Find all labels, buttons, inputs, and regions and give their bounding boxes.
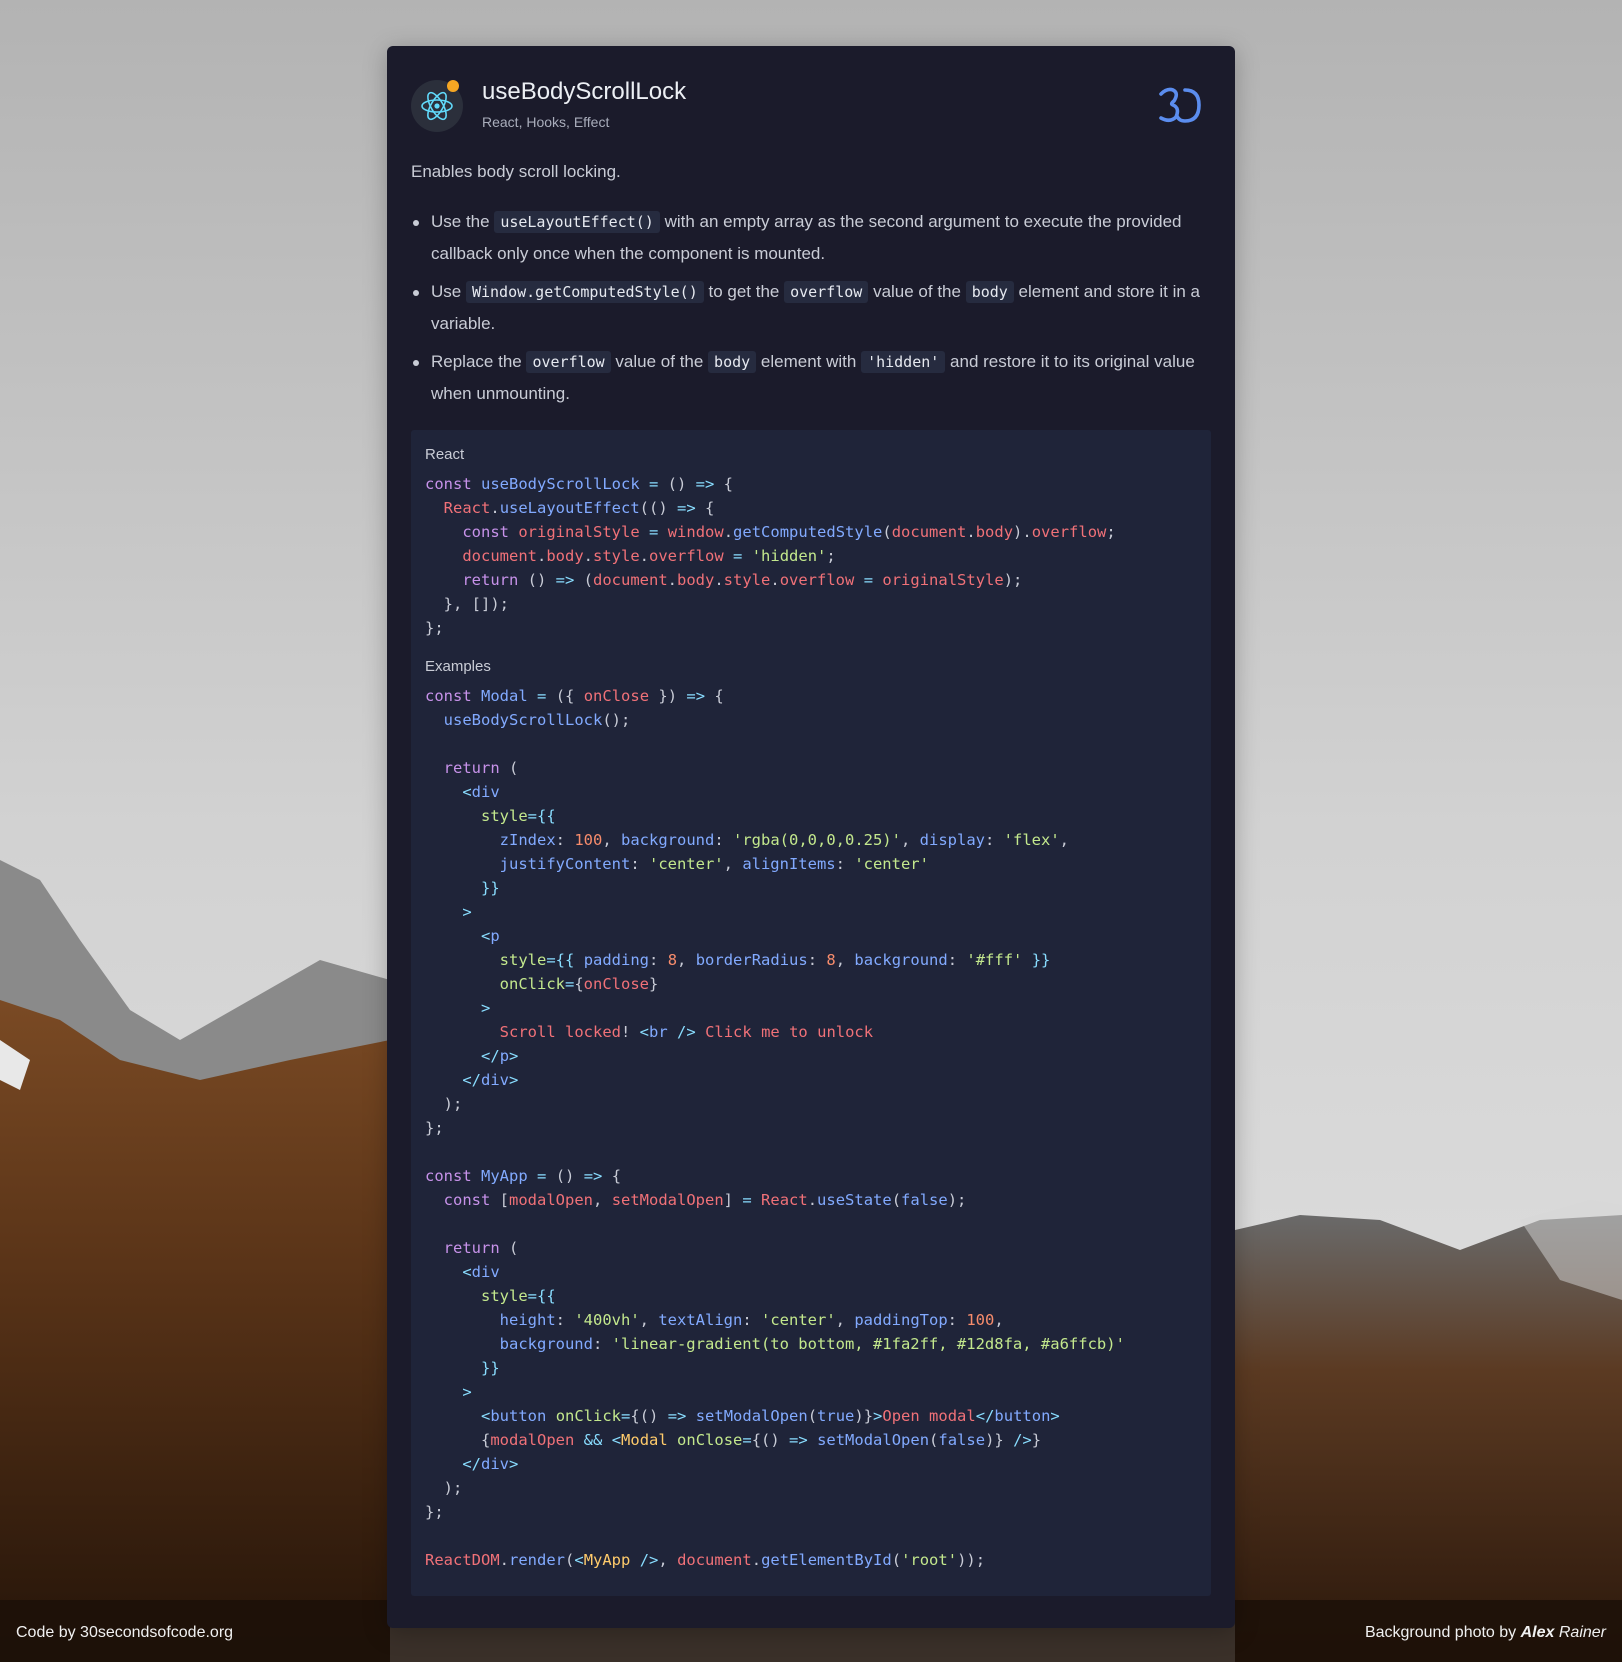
inline-code: overflow xyxy=(784,281,869,303)
hook-code-block[interactable]: const useBodyScrollLock = () => { React.… xyxy=(425,472,1116,640)
snippet-description: Enables body scroll locking. xyxy=(411,162,621,181)
bullet-item: Replace the overflow value of the body e… xyxy=(411,346,1211,410)
snippet-title: useBodyScrollLock xyxy=(482,78,687,105)
code-credit[interactable]: Code by 30secondsofcode.org xyxy=(16,1624,233,1642)
bullet-item: Use the useLayoutEffect() with an empty … xyxy=(411,206,1211,270)
notification-dot xyxy=(447,80,459,92)
inline-code: body xyxy=(965,281,1014,303)
snippet-header: useBodyScrollLock React, Hooks, Effect xyxy=(411,78,1211,134)
inline-code: Window.getComputedStyle() xyxy=(465,281,704,303)
examples-label: Examples xyxy=(425,658,491,675)
inline-code: body xyxy=(708,351,757,373)
photo-author[interactable]: Alex Rainer xyxy=(1521,1624,1606,1641)
snippet-card: useBodyScrollLock React, Hooks, Effect E… xyxy=(387,46,1235,1628)
code-panel: React const useBodyScrollLock = () => { … xyxy=(411,430,1211,1596)
photo-credit[interactable]: Background photo by Alex Rainer xyxy=(1365,1624,1606,1642)
snippet-tags: React, Hooks, Effect xyxy=(482,114,610,130)
react-atom-icon xyxy=(421,91,453,121)
examples-code-block[interactable]: const Modal = ({ onClose }) => { useBody… xyxy=(425,684,1125,1572)
snippet-bullets: Use the useLayoutEffect() with an empty … xyxy=(411,206,1211,416)
30-seconds-logo-icon[interactable] xyxy=(1157,86,1203,124)
snippet-avatar xyxy=(411,80,463,132)
bullet-item: Use Window.getComputedStyle() to get the… xyxy=(411,276,1211,340)
code-language-label: React xyxy=(425,446,465,463)
inline-code: overflow xyxy=(526,351,611,373)
inline-code: 'hidden' xyxy=(861,351,946,373)
inline-code: useLayoutEffect() xyxy=(494,211,660,233)
